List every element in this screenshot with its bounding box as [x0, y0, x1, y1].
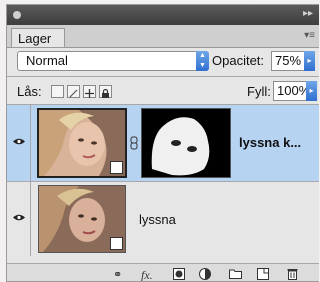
lock-position-icon[interactable]	[83, 85, 96, 98]
tab-layers[interactable]: Lager	[11, 28, 65, 47]
divider	[7, 76, 319, 77]
opacity-label: Opacitet:	[212, 53, 265, 68]
smart-object-icon	[110, 237, 123, 250]
chevron-right-icon: ▸	[306, 81, 317, 101]
link-layers-icon[interactable]: ⚭	[113, 268, 122, 281]
visibility-toggle[interactable]	[7, 105, 31, 181]
new-layer-icon[interactable]	[257, 268, 269, 280]
opacity-field[interactable]: 75% ▸	[271, 51, 315, 71]
layer-row-lyssna[interactable]: lyssna	[7, 182, 319, 256]
panel-menu-icon[interactable]: ▾≡	[304, 30, 315, 41]
layers-panel: ▸▸ Lager ▾≡ Normal ▲ ▼ Opacitet: 75% ▸ Lå…	[6, 4, 319, 282]
blend-mode-select[interactable]: Normal ▲ ▼	[17, 51, 209, 71]
mask-shape	[142, 109, 230, 177]
eye-icon	[13, 214, 25, 221]
close-icon[interactable]	[13, 11, 21, 19]
tab-row: Lager ▾≡	[7, 25, 319, 48]
link-chain-icon[interactable]	[130, 136, 138, 150]
fill-field[interactable]: 100% ▸	[273, 81, 317, 101]
smart-object-icon	[110, 161, 123, 174]
lock-transparent-icon[interactable]	[51, 85, 64, 98]
fill-label: Fyll:	[247, 84, 271, 99]
add-mask-icon[interactable]	[173, 268, 185, 280]
blend-mode-value: Normal	[26, 53, 68, 68]
lock-all-icon[interactable]	[99, 85, 112, 98]
trash-icon[interactable]	[287, 268, 298, 280]
panel-titlebar: ▸▸	[7, 5, 319, 25]
lock-label: Lås:	[17, 84, 42, 99]
adjustment-layer-icon[interactable]	[199, 268, 211, 280]
new-group-icon[interactable]	[229, 268, 242, 280]
layer-thumbnail[interactable]	[38, 185, 126, 253]
layer-name[interactable]: lyssna	[139, 212, 176, 227]
layer-row-lyssna-k[interactable]: lyssna k...	[7, 105, 319, 181]
chevron-updown-icon: ▲ ▼	[196, 51, 209, 71]
visibility-toggle[interactable]	[7, 182, 31, 256]
layer-mask-thumbnail[interactable]	[141, 108, 231, 178]
layer-thumbnail[interactable]	[37, 108, 127, 178]
layer-name[interactable]: lyssna k...	[239, 135, 301, 150]
eye-icon	[13, 138, 25, 145]
fx-icon[interactable]: fx.	[141, 268, 153, 281]
lock-image-icon[interactable]	[67, 85, 80, 98]
panel-footer: ⚭ fx.	[7, 263, 319, 281]
collapse-icon[interactable]: ▸▸	[303, 8, 313, 19]
opacity-value: 75%	[275, 53, 302, 68]
chevron-right-icon: ▸	[304, 51, 315, 71]
